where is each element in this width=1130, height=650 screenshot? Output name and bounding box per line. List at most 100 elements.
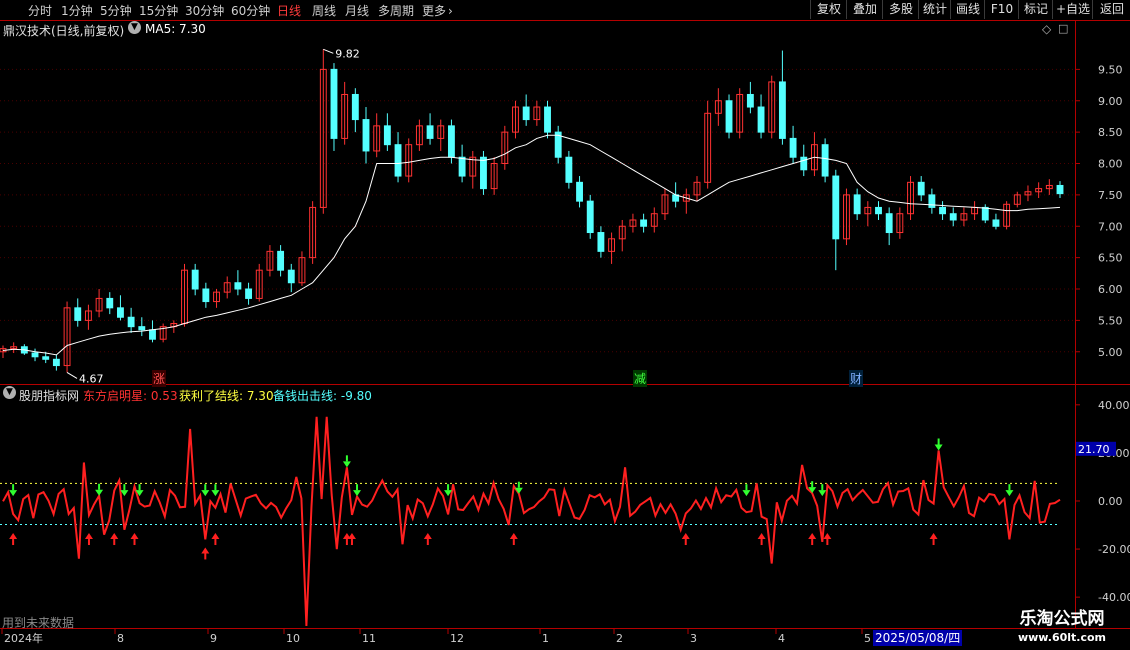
candle-body (277, 250, 285, 271)
candle-body (426, 125, 434, 139)
candle-body (586, 200, 594, 234)
stock-chart: 9.82 4.67 5.00 5.50 6.00 6.50 7.00 7.50 8.00 8.5… (0, 20, 1130, 645)
future-data-note: 用到未来数据 (2, 616, 75, 630)
current-value-badge-label: 21.70 (1078, 443, 1110, 456)
candle-body (544, 106, 551, 133)
high-label: 9.82 (335, 47, 360, 60)
date-tick-label: 11 (362, 632, 376, 645)
date-tick-label: 12 (450, 632, 464, 645)
price-tick-label: 6.50 (1098, 252, 1123, 265)
buy-arrow-head (130, 533, 139, 540)
indicator-menu-icon[interactable]: ▼ (3, 386, 16, 399)
line-dfqmx-label: 东方启明星: 0.53 (83, 389, 178, 403)
price-tick-label: 6.00 (1098, 283, 1123, 296)
candle-body (394, 144, 402, 177)
osc-tick-label: -40.00 (1098, 591, 1130, 604)
candle-body (447, 125, 455, 158)
candle-body (757, 106, 765, 133)
candle-body (458, 156, 466, 177)
candle-body (725, 100, 733, 133)
candle-body (42, 356, 50, 360)
candle-body (330, 68, 338, 139)
candle-body (383, 125, 391, 146)
candle-body (138, 326, 146, 331)
buy-arrow-head (681, 533, 690, 540)
sell-arrow-head (1005, 490, 1014, 497)
date-axis: 2024年 8 9 10 11 12 1 2 3 4 5 (1, 628, 871, 645)
price-tick-label: 9.50 (1098, 63, 1123, 76)
buy-arrow-head (929, 533, 938, 540)
ma5-label: MA5: 7.30 (145, 22, 206, 36)
candle-body (202, 288, 210, 303)
window-icon[interactable]: □ (1058, 22, 1068, 35)
price-tick-label: 5.00 (1098, 346, 1123, 359)
candle-body (949, 213, 957, 221)
sell-arrow-head (934, 444, 943, 451)
candle-body (640, 219, 648, 227)
price-tick-label: 7.00 (1098, 220, 1123, 233)
sell-arrow-head (9, 490, 18, 497)
date-tick-label: 3 (690, 632, 697, 645)
buy-arrow-head (509, 533, 518, 540)
candle-body (565, 156, 573, 183)
candle-body (117, 307, 124, 318)
marker-zhang[interactable]: 涨 (152, 370, 167, 387)
brand-url: www.60lt.com (1017, 631, 1107, 644)
buy-arrow-head (211, 533, 220, 540)
date-tick-label: 9 (210, 632, 217, 645)
marker-cai[interactable]: 财 (849, 370, 864, 387)
chart-frame (0, 20, 1130, 629)
low-label: 4.67 (79, 372, 104, 385)
sell-arrow-head (353, 490, 362, 497)
date-tick-label: 10 (286, 632, 300, 645)
candle-body (789, 137, 797, 158)
low-pointer (66, 372, 78, 379)
candle-body (885, 213, 893, 234)
buy-arrow-head (757, 533, 766, 540)
watermark-brand: 乐淘公式网 www.60lt.com (994, 609, 1130, 650)
osc-tick-label: 0.00 (1098, 495, 1123, 508)
candle-body (480, 156, 487, 190)
date-tick-label: 5 (864, 632, 871, 645)
chevron-down-circle-icon[interactable]: ▼ (128, 21, 141, 34)
sell-arrow-head (742, 490, 751, 497)
candle-body (1056, 184, 1064, 195)
indicator-title: 股朋指标网 (19, 389, 80, 403)
buy-arrow-head (84, 533, 93, 540)
candle-body (351, 93, 359, 121)
candle-body (52, 358, 60, 367)
candle-body (31, 352, 39, 358)
candle-body (74, 307, 82, 321)
sell-arrow-head (211, 490, 220, 497)
buy-arrow-head (823, 533, 832, 540)
buy-arrow-head (808, 533, 817, 540)
candle-body (981, 206, 989, 221)
line-hlljx-label: 获利了结线: 7.30 (179, 389, 274, 403)
candle-body (362, 119, 370, 152)
sell-arrow-head (342, 461, 351, 468)
diamond-icon[interactable]: ◇ (1042, 22, 1051, 36)
candle-body (917, 181, 925, 196)
price-axis: 5.00 5.50 6.00 6.50 7.00 7.50 8.00 8.50 9.00 9.50 (1075, 63, 1123, 359)
marker-jian[interactable]: 减 (633, 370, 648, 387)
oscillator-panel (0, 416, 1061, 627)
sell-arrow-head (818, 490, 827, 497)
osc-tick-label: 40.00 (1098, 399, 1130, 412)
price-tick-label: 8.50 (1098, 126, 1123, 139)
line-bqcjx-label: 备钱出击线: -9.80 (273, 389, 372, 403)
price-tick-label: 9.00 (1098, 95, 1123, 108)
candle-body (853, 194, 861, 215)
price-tick-label: 5.50 (1098, 314, 1123, 327)
cursor-date-box: 2025/05/08/四 (873, 630, 963, 646)
candle-body (821, 144, 829, 177)
candle-body (928, 194, 936, 208)
main-title: 鼎汉技术(日线,前复权) (3, 24, 125, 38)
candle-body (234, 282, 242, 290)
candle-body (191, 269, 199, 290)
buy-arrow-head (423, 533, 432, 540)
candle-body (149, 329, 156, 340)
candle-body (127, 316, 135, 328)
buy-arrow-head (9, 533, 18, 540)
candle-body (245, 288, 253, 299)
date-tick-label: 8 (117, 632, 124, 645)
